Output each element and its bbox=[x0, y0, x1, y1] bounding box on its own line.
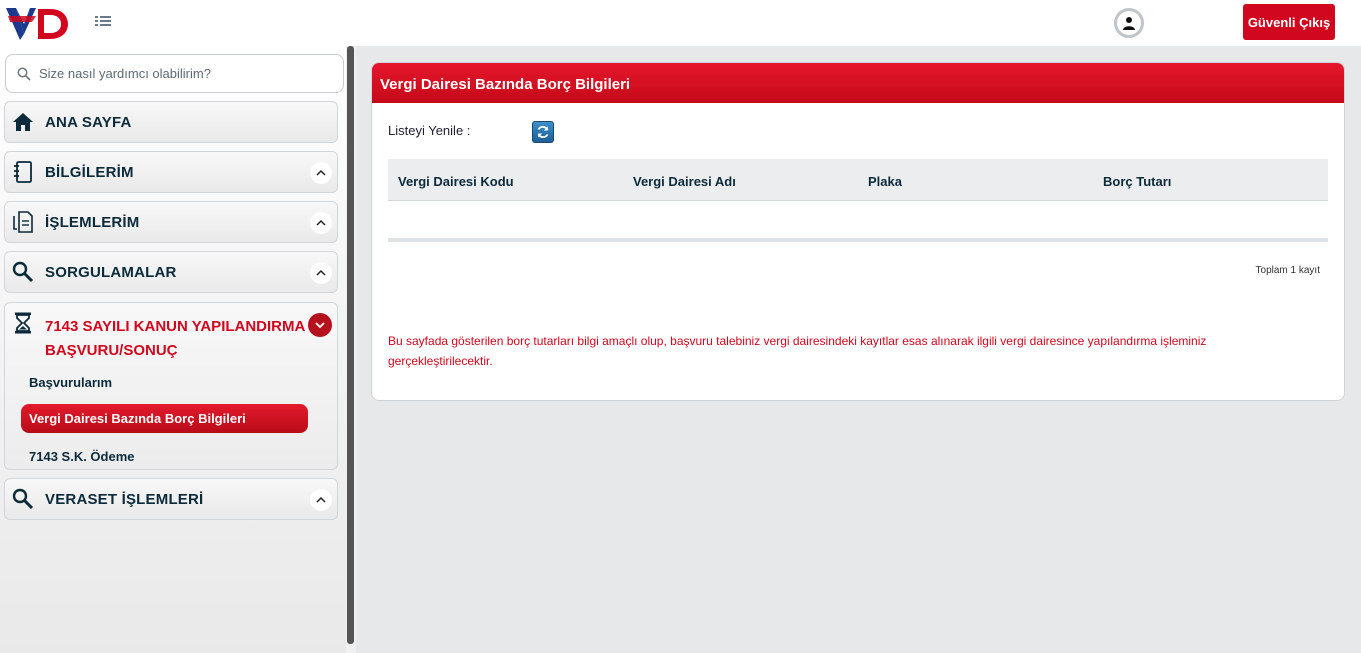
user-avatar-icon[interactable] bbox=[1114, 8, 1144, 38]
chevron-up-icon[interactable] bbox=[310, 162, 332, 184]
logo[interactable] bbox=[6, 6, 68, 42]
column-tax-office-name[interactable]: Vergi Dairesi Adı bbox=[633, 174, 736, 189]
document-icon bbox=[12, 211, 34, 233]
chevron-up-icon[interactable] bbox=[310, 212, 332, 234]
sidebar-item-7143[interactable]: 7143 SAYILI KANUN YAPILANDIRMA BAŞVURU/S… bbox=[4, 302, 338, 470]
panel-title: Vergi Dairesi Bazında Borç Bilgileri bbox=[372, 63, 1344, 103]
debt-table-body bbox=[388, 201, 1328, 242]
notebook-icon bbox=[12, 161, 34, 183]
sidebar: ANA SAYFA BİLGİLERİM İŞLEMLERİM bbox=[0, 46, 346, 653]
submenu-7143-payment[interactable]: 7143 S.K. Ödeme bbox=[29, 449, 135, 464]
menu-toggle-icon[interactable] bbox=[95, 14, 113, 30]
chevron-up-icon[interactable] bbox=[310, 489, 332, 511]
hourglass-icon bbox=[12, 312, 34, 334]
sidebar-item-queries[interactable]: SORGULAMALAR bbox=[4, 251, 338, 293]
sidebar-item-transactions[interactable]: İŞLEMLERİM bbox=[4, 201, 338, 243]
sidebar-item-label: ANA SAYFA bbox=[45, 114, 132, 131]
sidebar-item-label: 7143 SAYILI KANUN YAPILANDIRMA BAŞVURU/S… bbox=[45, 318, 305, 359]
sidebar-scrollbar[interactable] bbox=[347, 46, 354, 644]
sidebar-search[interactable] bbox=[5, 54, 344, 93]
column-tax-office-code[interactable]: Vergi Dairesi Kodu bbox=[398, 174, 514, 189]
search-icon bbox=[17, 67, 31, 81]
record-count: Toplam 1 kayıt bbox=[1255, 265, 1320, 276]
sidebar-item-label: BİLGİLERİM bbox=[45, 164, 134, 181]
sidebar-item-home[interactable]: ANA SAYFA bbox=[4, 101, 338, 143]
search-input[interactable] bbox=[39, 66, 329, 81]
search-icon bbox=[12, 488, 34, 510]
chevron-down-icon[interactable] bbox=[308, 313, 332, 337]
refresh-icon[interactable] bbox=[532, 121, 554, 143]
submenu-debt-info[interactable]: Vergi Dairesi Bazında Borç Bilgileri bbox=[21, 404, 308, 433]
refresh-label: Listeyi Yenile : bbox=[388, 123, 471, 138]
sidebar-item-label: VERASET İŞLEMLERİ bbox=[45, 491, 204, 508]
sidebar-item-label: İŞLEMLERİM bbox=[45, 214, 140, 231]
search-icon bbox=[12, 261, 34, 283]
submenu-applications[interactable]: Başvurularım bbox=[29, 375, 112, 390]
column-debt-amount[interactable]: Borç Tutarı bbox=[1103, 174, 1171, 189]
debt-info-panel: Vergi Dairesi Bazında Borç Bilgileri Lis… bbox=[371, 62, 1345, 401]
sidebar-item-inheritance[interactable]: VERASET İŞLEMLERİ bbox=[4, 478, 338, 520]
home-icon bbox=[12, 111, 34, 133]
top-bar: Güvenli Çıkış bbox=[0, 0, 1361, 46]
sidebar-item-info[interactable]: BİLGİLERİM bbox=[4, 151, 338, 193]
column-plate[interactable]: Plaka bbox=[868, 174, 902, 189]
debt-table-header: Vergi Dairesi Kodu Vergi Dairesi Adı Pla… bbox=[388, 159, 1328, 201]
sidebar-item-label: SORGULAMALAR bbox=[45, 264, 177, 281]
info-note: Bu sayfada gösterilen borç tutarları bil… bbox=[388, 334, 1207, 368]
chevron-up-icon[interactable] bbox=[310, 262, 332, 284]
logout-button[interactable]: Güvenli Çıkış bbox=[1243, 4, 1335, 40]
